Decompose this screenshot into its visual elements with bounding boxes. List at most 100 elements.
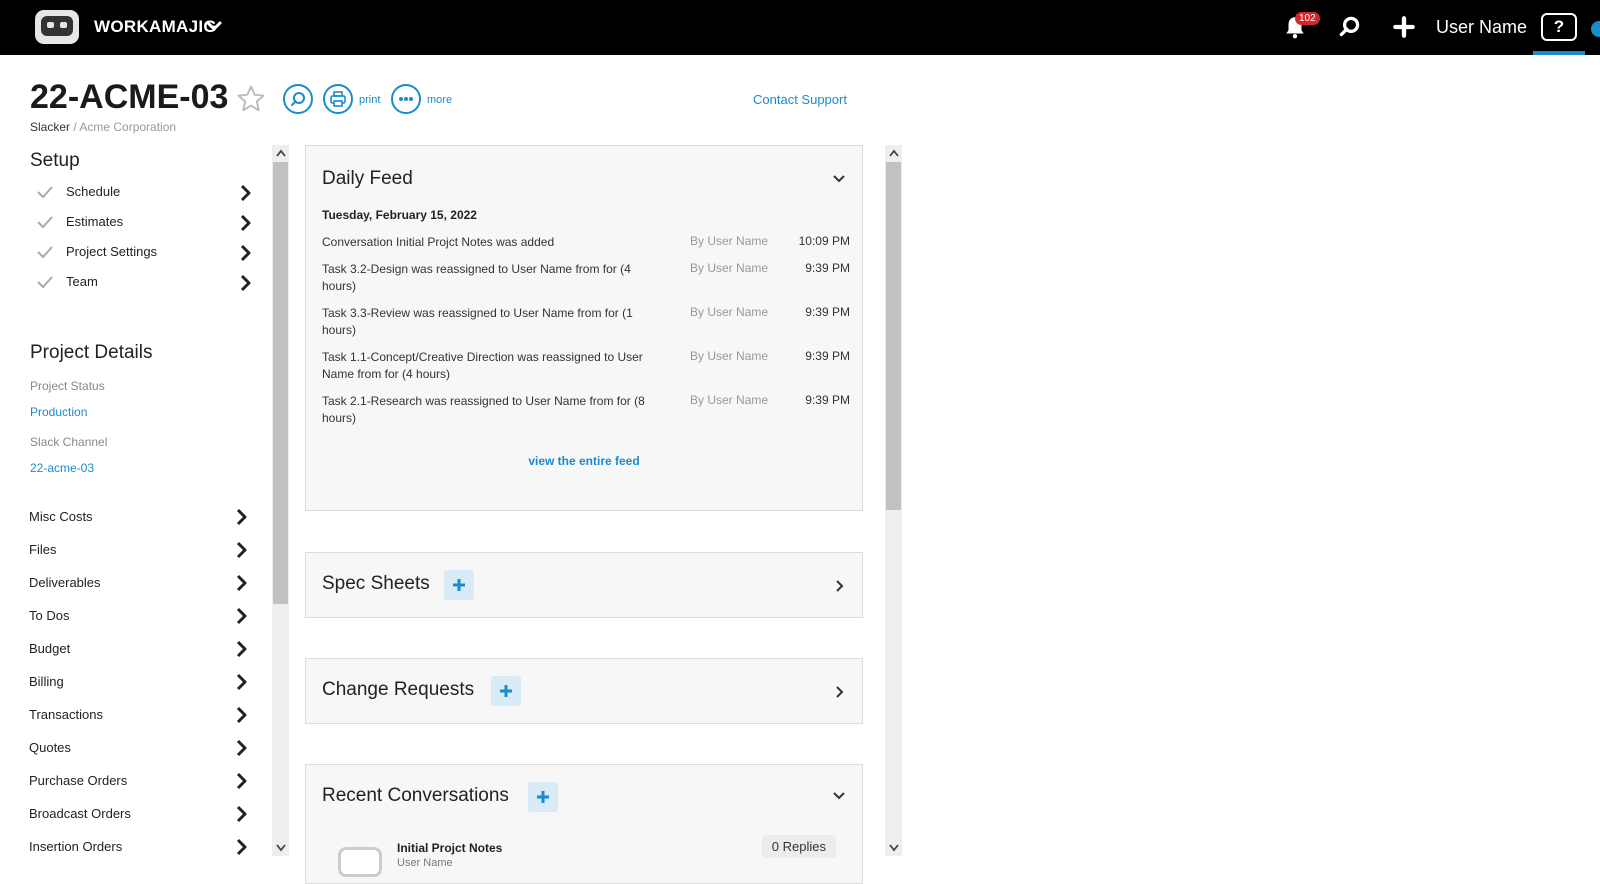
main-scrollbar-thumb[interactable] [886, 162, 901, 510]
spec-sheets-title: Spec Sheets [322, 573, 430, 594]
app-logo-icon[interactable] [35, 10, 79, 44]
star-icon[interactable] [236, 84, 266, 114]
chevron-down-icon[interactable] [204, 16, 224, 36]
chevron-down-icon[interactable] [832, 789, 846, 803]
feed-entry-time: 9:39 PM [805, 393, 850, 407]
sidebar-scrollbar-thumb[interactable] [273, 162, 288, 604]
scroll-down-icon[interactable] [274, 842, 288, 854]
setup-item-label: Project Settings [66, 244, 158, 259]
daily-feed-title: Daily Feed [322, 168, 413, 189]
chevron-right-icon [236, 574, 247, 592]
project-status-value[interactable]: Production [30, 405, 87, 419]
status-dot[interactable] [1591, 21, 1600, 37]
nav-item-label: Billing [29, 674, 64, 689]
feed-entry-text: Task 3.2-Design was reassigned to User N… [322, 262, 631, 293]
printer-icon [330, 91, 346, 107]
more-label[interactable]: more [427, 94, 452, 106]
feed-entry-text: Task 2.1-Research was reassigned to User… [322, 394, 645, 425]
chevron-right-icon[interactable] [239, 244, 253, 262]
setup-item-estimates[interactable]: Estimates [36, 210, 256, 238]
daily-feed-panel: Daily Feed Tuesday, February 15, 2022 Co… [305, 145, 863, 511]
setup-item-label: Schedule [66, 184, 121, 199]
add-change-request-button[interactable] [491, 676, 521, 706]
chevron-right-icon [236, 772, 247, 790]
nav-item-broadcast-orders[interactable]: Broadcast Orders [29, 799, 249, 829]
setup-item-project-settings[interactable]: Project Settings [36, 240, 256, 268]
change-requests-title: Change Requests [322, 679, 475, 700]
nav-item-to-dos[interactable]: To Dos [29, 601, 249, 631]
nav-item-budget[interactable]: Budget [29, 634, 249, 664]
conversation-icon [338, 847, 382, 877]
plus-icon [453, 579, 465, 591]
slack-channel-value[interactable]: 22-acme-03 [30, 461, 94, 475]
nav-item-label: Insertion Orders [29, 839, 123, 854]
search-project-button[interactable] [283, 84, 313, 114]
setup-item-team[interactable]: Team [36, 270, 256, 298]
chevron-right-icon [236, 706, 247, 724]
chevron-right-icon[interactable] [832, 685, 846, 699]
help-button[interactable]: ? [1541, 13, 1577, 41]
brand-name[interactable]: WORKAMAJIG [94, 17, 217, 37]
plus-icon [500, 685, 512, 697]
breadcrumb-client[interactable]: Slacker [30, 120, 70, 134]
feed-entry-author: By User Name [690, 234, 769, 248]
nav-item-transactions[interactable]: Transactions [29, 700, 249, 730]
scroll-down-icon[interactable] [887, 842, 901, 854]
chevron-right-icon [236, 541, 247, 559]
conversation-replies-badge[interactable]: 0 Replies [761, 835, 836, 858]
chevron-right-icon[interactable] [239, 184, 253, 202]
add-conversation-button[interactable] [528, 782, 558, 812]
notification-badge: 102 [1295, 12, 1320, 25]
feed-entry-time: 9:39 PM [805, 261, 850, 275]
print-label[interactable]: print [359, 94, 380, 106]
search-icon [291, 92, 305, 106]
conversation-title[interactable]: Initial Projct Notes [397, 841, 502, 855]
nav-item-purchase-orders[interactable]: Purchase Orders [29, 766, 249, 796]
print-button[interactable] [323, 84, 353, 114]
nav-item-label: Deliverables [29, 575, 101, 590]
nav-item-insertion-orders[interactable]: Insertion Orders [29, 832, 249, 856]
nav-item-label: Quotes [29, 740, 71, 755]
feed-entry-time: 9:39 PM [805, 349, 850, 363]
user-menu[interactable]: User Name [1436, 17, 1527, 38]
conversation-author: User Name [397, 857, 453, 869]
nav-item-label: Files [29, 542, 57, 557]
chevron-right-icon [236, 673, 247, 691]
plus-icon[interactable] [1391, 14, 1417, 40]
scroll-up-icon[interactable] [274, 147, 288, 159]
feed-entry-time: 9:39 PM [805, 305, 850, 319]
check-icon [37, 216, 53, 229]
nav-item-files[interactable]: Files [29, 535, 249, 565]
contact-support-link[interactable]: Contact Support [753, 92, 847, 107]
nav-item-misc-costs[interactable]: Misc Costs [29, 502, 249, 532]
feed-entry-text: Conversation Initial Projct Notes was ad… [322, 235, 555, 249]
nav-item-label: Purchase Orders [29, 773, 128, 788]
setup-item-schedule[interactable]: Schedule [36, 180, 256, 208]
feed-entry-text: Task 3.3-Review was reassigned to User N… [322, 306, 633, 337]
chevron-right-icon [236, 607, 247, 625]
more-button[interactable] [391, 84, 421, 114]
search-icon[interactable] [1337, 14, 1363, 40]
nav-item-label: Budget [29, 641, 71, 656]
chevron-right-icon [236, 838, 247, 856]
feed-entry-author: By User Name [690, 261, 769, 275]
nav-item-label: Broadcast Orders [29, 806, 131, 821]
setup-title: Setup [30, 150, 80, 171]
more-dots-icon [399, 97, 413, 101]
nav-item-quotes[interactable]: Quotes [29, 733, 249, 763]
chevron-right-icon[interactable] [239, 214, 253, 232]
chevron-right-icon[interactable] [832, 579, 846, 593]
add-spec-sheet-button[interactable] [444, 570, 474, 600]
chevron-right-icon[interactable] [239, 274, 253, 292]
feed-entry-time: 10:09 PM [798, 234, 850, 248]
breadcrumb-company[interactable]: Acme Corporation [79, 120, 176, 134]
slack-channel-label: Slack Channel [30, 435, 108, 449]
feed-date: Tuesday, February 15, 2022 [322, 208, 477, 222]
nav-item-deliverables[interactable]: Deliverables [29, 568, 249, 598]
scroll-up-icon[interactable] [887, 147, 901, 159]
top-bar: WORKAMAJIG 102 User Name ? [0, 0, 1600, 55]
view-entire-feed-link[interactable]: view the entire feed [306, 454, 862, 468]
nav-item-billing[interactable]: Billing [29, 667, 249, 697]
chevron-down-icon[interactable] [832, 172, 846, 186]
plus-icon [537, 791, 549, 803]
